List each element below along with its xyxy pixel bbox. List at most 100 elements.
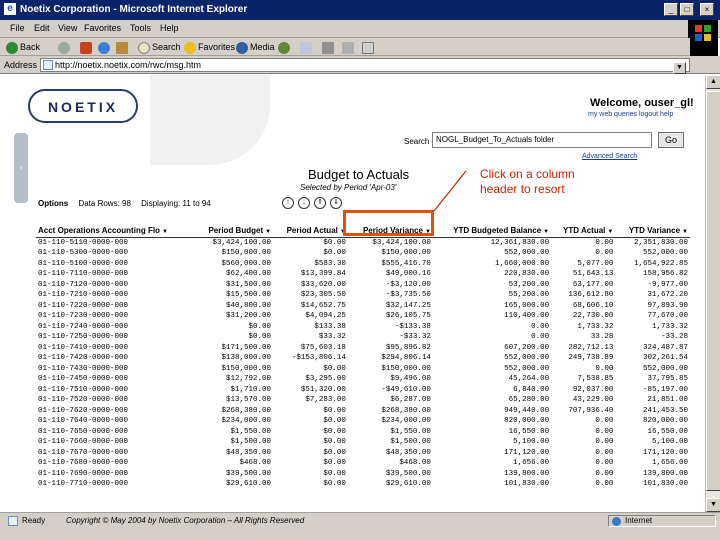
options-row: Options Data Rows: 98 Displaying: 11 to … (38, 199, 211, 208)
stop-button[interactable] (80, 40, 94, 54)
mail-button[interactable] (300, 40, 314, 54)
value-cell: $583.30 (314, 259, 346, 268)
value-cell: $138,000.00 (221, 354, 272, 362)
last-page-icon[interactable]: ⇓ (330, 197, 342, 209)
value-cell: $3,295.00 (305, 375, 346, 383)
scroll-up-icon[interactable]: ▲ (706, 75, 720, 89)
table-row: 01-110-7510-0000-000 $1,710.00 $51,320.00 -… (36, 385, 690, 396)
first-page-icon[interactable]: ⇑ (314, 197, 326, 209)
col-header-account[interactable]: Acct Operations Accounting Flo ▼ (36, 213, 195, 238)
value-cell: 12,361,830.00 (490, 238, 550, 247)
advanced-search-link[interactable]: Advanced Search (582, 153, 637, 160)
table-row: 01-110-7650-0000-000 $1,550.00 $0.00 $1,550… (36, 427, 690, 438)
maximize-button[interactable]: □ (680, 3, 694, 16)
value-cell: 552,000.00 (504, 364, 550, 373)
value-cell: -$133.38 (394, 322, 431, 331)
search-input[interactable]: NOGL_Budget_To_Actuals folder (432, 132, 652, 148)
close-button[interactable]: × (700, 3, 714, 16)
value-cell: 2,351,830.00 (633, 238, 688, 247)
value-cell: $1,500.00 (390, 438, 431, 446)
value-cell: 552,000.00 (504, 354, 550, 362)
print-button[interactable] (322, 40, 336, 54)
sort-arrow-icon: ▼ (682, 228, 688, 235)
highlight-box (343, 210, 434, 236)
value-cell: $51,320.00 (300, 385, 346, 394)
report-table: Acct Operations Accounting Flo ▼ Period B… (36, 213, 690, 490)
account-cell: 01-110-7430-0000-000 (38, 364, 129, 373)
col-header-period-budget[interactable]: Period Budget ▼ (194, 213, 274, 238)
discuss-icon (362, 41, 374, 54)
value-cell: 1,733.32 (577, 322, 614, 331)
user-links[interactable]: my web queries logout help (588, 111, 673, 118)
minimize-button[interactable]: _ (664, 3, 678, 16)
menu-edit[interactable]: Edit (34, 23, 50, 33)
table-row: 01-110-7210-0000-000 $15,500.00 $23,305.50… (36, 290, 690, 301)
table-row: 01-110-7680-0000-000 $468.00 $0.00 $468.00 1… (36, 458, 690, 469)
address-input[interactable]: http://noetix.noetix.com/rwc/msg.htm ▼ (40, 58, 690, 74)
table-row: 01-110-5300-0000-000 $150,000.00 $0.00 $150… (36, 248, 690, 259)
windows-logo-icon (688, 20, 718, 56)
go-button[interactable]: Go (658, 132, 684, 148)
value-cell: 22,730.00 (572, 312, 614, 320)
value-cell: $150,000.00 (221, 364, 272, 373)
value-cell: 820,000.00 (642, 417, 688, 425)
table-row: 01-110-7690-0000-000 $39,500.00 $0.00 $39,5… (36, 469, 690, 480)
scroll-down-icon[interactable]: ▼ (706, 498, 720, 512)
forward-button[interactable] (58, 40, 72, 54)
media-button[interactable]: Media (236, 40, 275, 54)
account-cell: 01-110-7650-0000-000 (38, 427, 129, 436)
address-dropdown-icon[interactable]: ▼ (673, 62, 686, 74)
back-button[interactable]: Back (6, 40, 40, 54)
sort-arrow-icon: ▼ (607, 228, 614, 235)
value-cell: 1,660,000.00 (495, 259, 550, 268)
discuss-button[interactable] (362, 40, 376, 54)
col-header-ytd-actual[interactable]: YTD Actual ▼ (551, 213, 616, 238)
menu-help[interactable]: Help (160, 23, 179, 33)
value-cell: 171,120.00 (504, 448, 550, 457)
sidebar-toggle-tab[interactable]: › (14, 133, 28, 203)
value-cell: 282,712.13 (568, 343, 614, 352)
table-row: 01-110-7120-0000-000 $31,500.00 $33,620.00… (36, 280, 690, 291)
account-cell: 01-110-7680-0000-000 (38, 459, 129, 467)
value-cell: -$49,610.00 (381, 385, 431, 394)
value-cell: $0.00 (323, 459, 346, 467)
stop-icon (80, 41, 92, 54)
history-button[interactable] (278, 40, 292, 54)
value-cell: $150,000.00 (221, 249, 272, 257)
search-button[interactable]: Search (138, 40, 181, 54)
next-page-icon[interactable]: ↓ (298, 197, 310, 209)
menu-file[interactable]: File (10, 23, 25, 33)
vertical-scrollbar[interactable]: ▲ ▼ (705, 75, 720, 512)
home-button[interactable] (116, 40, 130, 54)
value-cell: 241,453.50 (642, 406, 688, 415)
col-header-ytd-budgeted[interactable]: YTD Budgeted Balance ▼ (432, 213, 552, 238)
value-cell: $0.00 (323, 249, 346, 257)
options-link[interactable]: Options (38, 199, 68, 208)
value-cell: 552,000.00 (504, 249, 550, 257)
value-cell: $14,652.75 (300, 301, 346, 310)
prev-page-icon[interactable]: ↑ (282, 197, 294, 209)
value-cell: 139,800.00 (504, 469, 550, 478)
value-cell: 51,643.13 (572, 270, 614, 278)
menu-view[interactable]: View (58, 23, 77, 33)
scroll-thumb[interactable] (706, 91, 720, 491)
value-cell: 65,280.00 (508, 396, 550, 404)
menu-tools[interactable]: Tools (130, 23, 151, 33)
menu-favorites[interactable]: Favorites (84, 23, 121, 33)
account-cell: 01-110-7250-0000-000 (38, 333, 129, 341)
edit-button[interactable] (342, 40, 356, 54)
table-row: 01-110-5100-0000-000 $560,000.00 $583.30 $5… (36, 259, 690, 270)
refresh-button[interactable] (98, 40, 112, 54)
value-cell: 92,037.00 (572, 385, 614, 394)
value-cell: $171,500.00 (221, 343, 272, 352)
col-header-period-actual[interactable]: Period Actual ▼ (273, 213, 348, 238)
value-cell: 0.00 (595, 480, 614, 488)
value-cell: 136,612.80 (568, 291, 614, 299)
report-subtitle: Selected by Period 'Apr-03' (300, 183, 397, 192)
value-cell: 171,120.00 (642, 448, 688, 457)
value-cell: 324,487.87 (642, 343, 688, 352)
col-header-ytd-variance[interactable]: YTD Variance ▼ (615, 213, 690, 238)
address-bar: Address http://noetix.noetix.com/rwc/msg… (0, 56, 720, 74)
favorites-button[interactable]: Favorites (184, 40, 235, 54)
table-row: 01-110-7230-0000-000 $31,200.00 $4,094.25 $… (36, 311, 690, 322)
